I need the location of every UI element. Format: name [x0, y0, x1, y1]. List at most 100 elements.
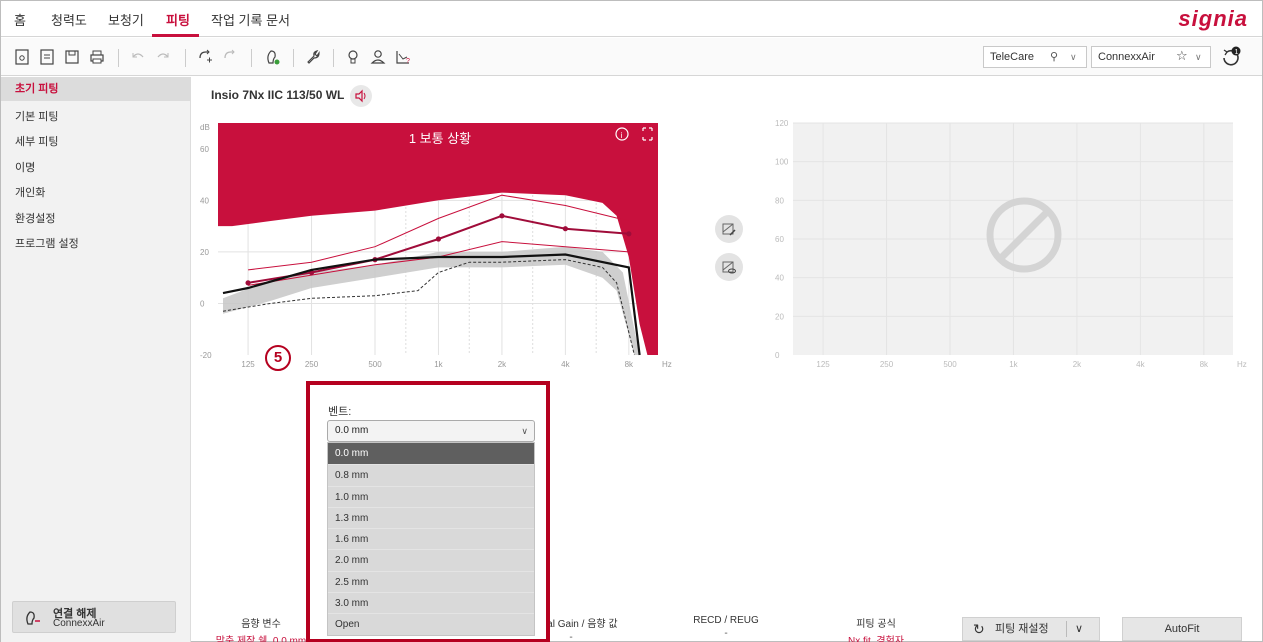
x-ticks: 125 250 500 1k 2k 4k 8k	[816, 360, 1209, 369]
vent-option[interactable]: 1.3 mm	[328, 506, 534, 528]
x-tick-label: 4k	[561, 360, 570, 369]
print-icon[interactable]	[87, 47, 107, 67]
sync-icon[interactable]	[220, 47, 240, 67]
y-tick-label: 0	[200, 299, 205, 308]
formula-status[interactable]: 피팅 공식 Nx fit, 경험자	[826, 615, 926, 642]
x-tick-label: 125	[241, 360, 255, 369]
x-tick-label: 1k	[1009, 360, 1018, 369]
lightbulb-icon[interactable]	[343, 47, 363, 67]
sidebar-item-program-settings[interactable]: 프로그램 설정	[1, 232, 191, 256]
vent-option[interactable]: 1.6 mm	[328, 528, 534, 549]
redo-icon[interactable]	[153, 47, 173, 67]
disconnect-button[interactable]: 연결 해제 ConnexxAir	[12, 601, 176, 633]
connexx-combo[interactable]: ConnexxAir ☆ ∨	[1091, 46, 1211, 68]
vent-option[interactable]: 2.0 mm	[328, 549, 534, 570]
formula-value: Nx fit, 경험자	[848, 636, 904, 642]
y-tick-label: 120	[775, 119, 789, 128]
y-tick-label: 20	[200, 248, 209, 257]
menu-home[interactable]: 홈	[14, 10, 26, 29]
vent-option[interactable]: 3.0 mm	[328, 592, 534, 613]
user-icon[interactable]	[368, 47, 388, 67]
target-point	[562, 226, 568, 232]
y-ticks: 120 100 80 60 40 20 0	[775, 119, 789, 360]
telecare-combo[interactable]: TeleCare ⚲ ∨	[983, 46, 1087, 68]
y-ticks: 60 40 20 0 -20	[200, 145, 212, 360]
sidebar-item-tinnitus[interactable]: 이명	[1, 156, 191, 180]
star-icon: ☆	[1176, 48, 1188, 63]
y-tick-label: 80	[775, 196, 784, 205]
autofit-button[interactable]: AutoFit	[1122, 617, 1242, 641]
menu-audiogram[interactable]: 청력도	[51, 10, 87, 29]
menu-documentation[interactable]: 작업 기록 문서	[211, 10, 290, 29]
edit-curve-icon[interactable]	[715, 215, 743, 243]
app-window: 홈 청력도 보청기 피팅 작업 기록 문서 signia ? TeleCare …	[0, 0, 1263, 642]
sidebar-item-detail-fitting[interactable]: 세부 피팅	[1, 130, 191, 154]
save-icon[interactable]	[62, 47, 82, 67]
reset-label: 피팅 재설정	[995, 623, 1049, 635]
acoustic-value: 맞춤 제작 쉘, 0.0 mm	[215, 636, 307, 642]
vent-highlight-panel: 벤트: 0.0 mm ∨ 0.0 mm 0.8 mm 1.0 mm 1.3 mm…	[306, 381, 550, 642]
hearing-aid-connect-icon[interactable]	[262, 47, 282, 67]
x-unit-label: Hz	[1237, 360, 1247, 369]
target-point	[626, 231, 632, 237]
sidebar-item-environment[interactable]: 환경설정	[1, 207, 191, 231]
reset-icon: ↻	[973, 621, 985, 637]
chart-title: 1 보통 상황	[409, 131, 471, 146]
y-tick-label: 40	[775, 274, 784, 283]
vent-option[interactable]: 0.0 mm	[328, 443, 534, 465]
target-point	[435, 236, 442, 242]
chart-help-icon[interactable]: ?	[393, 47, 413, 67]
y-tick-label: 100	[775, 158, 789, 167]
view-curve-icon[interactable]	[715, 253, 743, 281]
svg-text:i: i	[621, 131, 623, 140]
acoustic-status[interactable]: 음향 변수 맞춤 제작 쉘, 0.0 mm	[206, 615, 316, 642]
sidebar-item-personalization[interactable]: 개인화	[1, 181, 191, 205]
speaker-icon[interactable]	[350, 85, 372, 107]
undo-icon[interactable]	[128, 47, 148, 67]
x-tick-label: 2k	[1073, 360, 1082, 369]
x-tick-label: 500	[943, 360, 957, 369]
x-ticks: 125 250 500 1k 2k 4k 8k	[241, 360, 634, 369]
sidebar-item-basic-fitting[interactable]: 기본 피팅	[1, 105, 191, 129]
x-unit-label: Hz	[662, 360, 672, 369]
toolbar-separator	[118, 49, 119, 67]
hearing-aid-disconnect-icon	[26, 611, 40, 625]
x-tick-label: 8k	[625, 360, 634, 369]
top-menu: 홈 청력도 보청기 피팅 작업 기록 문서 signia	[1, 1, 1262, 37]
sidebar-item-initial-fitting[interactable]: 초기 피팅	[1, 77, 191, 101]
new-session-icon[interactable]	[12, 47, 32, 67]
y-tick-label: 0	[775, 351, 780, 360]
menu-hearing-aid[interactable]: 보청기	[108, 10, 144, 29]
x-tick-label: 2k	[498, 360, 507, 369]
y-tick-label: 20	[775, 312, 784, 321]
document-icon[interactable]	[37, 47, 57, 67]
vent-option[interactable]: 0.8 mm	[328, 464, 534, 485]
chevron-down-icon[interactable]: ∨	[1075, 618, 1083, 640]
toolbar-separator	[251, 49, 252, 67]
vent-label: 벤트:	[328, 406, 352, 418]
vent-option[interactable]: 2.5 mm	[328, 570, 534, 592]
x-tick-label: 250	[880, 360, 894, 369]
svg-text:?: ?	[406, 58, 410, 65]
wrench-icon[interactable]	[303, 47, 323, 67]
toolbar-separator	[293, 49, 294, 67]
y-tick-label: -20	[200, 351, 212, 360]
vent-option[interactable]: 1.0 mm	[328, 485, 534, 507]
vent-selected-value: 0.0 mm	[335, 425, 369, 436]
vent-select[interactable]: 0.0 mm ∨	[327, 420, 535, 442]
step-badge: 5	[265, 345, 291, 371]
toolbar: ? TeleCare ⚲ ∨ ConnexxAir ☆ ∨ 1	[1, 38, 1262, 76]
gain-chart[interactable]: 60 40 20 0 -20 125 250 500 1k 2k 4k 8k dB Hz 1 보통 …	[197, 119, 677, 377]
x-tick-label: 1k	[434, 360, 443, 369]
y-tick-label: 40	[200, 196, 209, 205]
menu-fitting[interactable]: 피팅	[166, 10, 190, 29]
toolbar-separator	[333, 49, 334, 67]
reset-fitting-button[interactable]: ↻ 피팅 재설정 ∨	[962, 617, 1100, 641]
vent-option[interactable]: Open	[328, 613, 534, 634]
user-add-icon: ⚲	[1050, 51, 1059, 63]
sync-add-icon[interactable]	[195, 47, 215, 67]
brand-logo: signia	[1178, 6, 1248, 31]
recd-status[interactable]: RECD / REUG -	[676, 615, 776, 639]
toolbar-separator	[185, 49, 186, 67]
refresh-notify-icon[interactable]: 1	[1219, 45, 1243, 69]
